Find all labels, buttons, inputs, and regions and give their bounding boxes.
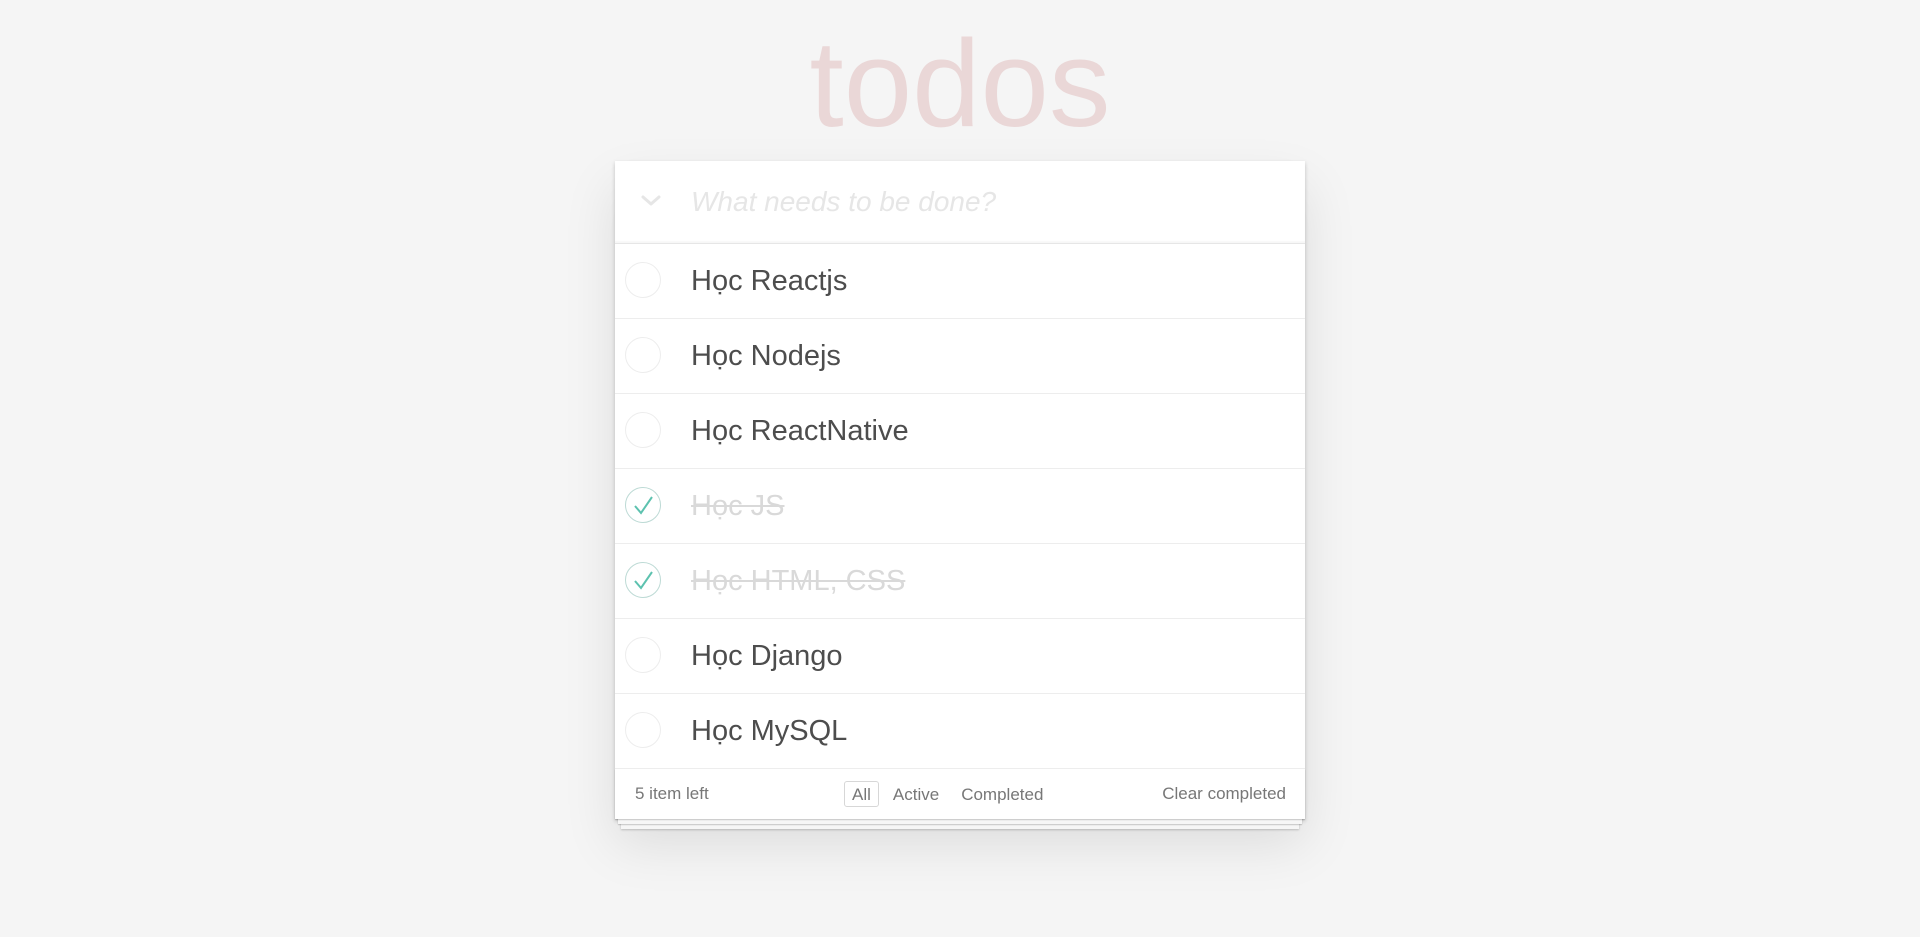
- todo-label[interactable]: Học HTML, CSS: [691, 544, 905, 618]
- todo-label[interactable]: Học MySQL: [691, 694, 847, 768]
- todo-item: Học MySQL: [615, 694, 1305, 769]
- todo-item: Học HTML, CSS: [615, 544, 1305, 619]
- todo-checkbox[interactable]: [625, 487, 661, 523]
- todo-label[interactable]: Học JS: [691, 469, 784, 543]
- todo-checkbox[interactable]: [625, 637, 661, 673]
- todo-item: Học Nodejs: [615, 319, 1305, 394]
- todo-item: Học ReactNative: [615, 394, 1305, 469]
- todo-item: Học Django: [615, 619, 1305, 694]
- checkmark-icon: [634, 571, 653, 590]
- todo-item: Học JS: [615, 469, 1305, 544]
- chevron-down-icon: [641, 195, 661, 206]
- todo-label[interactable]: Học ReactNative: [691, 394, 909, 468]
- todo-checkbox[interactable]: [625, 712, 661, 748]
- todo-header: [615, 161, 1305, 244]
- todo-item: Học Reactjs: [615, 244, 1305, 319]
- todo-checkbox[interactable]: [625, 412, 661, 448]
- toggle-all-button[interactable]: [629, 179, 673, 223]
- filter-active[interactable]: Active: [885, 781, 947, 807]
- clear-completed-button[interactable]: Clear completed: [1162, 769, 1286, 819]
- checkmark-icon: [634, 496, 653, 515]
- app-title: todos: [809, 16, 1111, 153]
- todo-label[interactable]: Học Nodejs: [691, 319, 841, 393]
- filter-all[interactable]: All: [844, 781, 879, 807]
- todo-list: Học Reactjs Học Nodejs Học ReactNative H…: [615, 244, 1305, 769]
- todo-checkbox[interactable]: [625, 262, 661, 298]
- new-todo-input[interactable]: [691, 161, 1291, 243]
- todo-app: Học Reactjs Học Nodejs Học ReactNative: [615, 161, 1305, 819]
- todo-checkbox[interactable]: [625, 337, 661, 373]
- filter-list: All Active Completed: [841, 781, 1054, 807]
- todo-label[interactable]: Học Django: [691, 619, 843, 693]
- todo-label[interactable]: Học Reactjs: [691, 244, 847, 318]
- todo-footer: 5 item left All Active Completed Clear c…: [615, 769, 1305, 819]
- items-left-count: 5 item left: [635, 784, 709, 803]
- todo-checkbox[interactable]: [625, 562, 661, 598]
- filter-completed[interactable]: Completed: [953, 781, 1051, 807]
